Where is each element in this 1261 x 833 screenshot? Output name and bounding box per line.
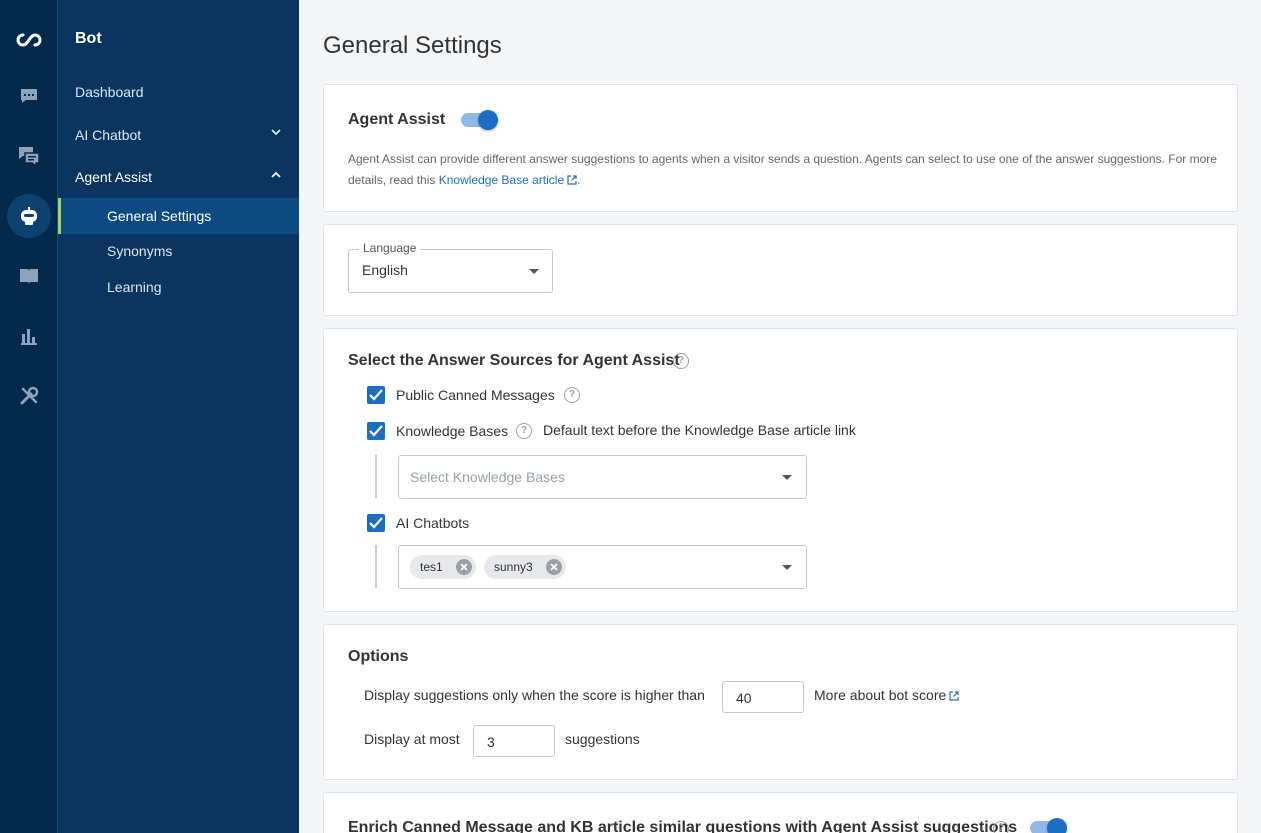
help-icon[interactable]: ? — [673, 353, 689, 369]
nav-item-label: Dashboard — [75, 84, 144, 100]
help-icon[interactable]: ? — [516, 423, 532, 439]
chat-icon[interactable] — [0, 74, 58, 118]
kb-default-text-link[interactable]: Default text before the Knowledge Base a… — [543, 422, 856, 438]
language-value: English — [362, 262, 408, 278]
chip-label: tes1 — [420, 560, 443, 574]
language-select[interactable]: Language English — [348, 241, 553, 293]
ai-chatbots-label: AI Chatbots — [396, 515, 470, 531]
external-link-icon — [567, 175, 577, 185]
nav-sub-general-settings[interactable]: General Settings — [58, 198, 299, 234]
language-card: Language English — [323, 224, 1238, 316]
check-icon — [369, 389, 383, 401]
description-end: . — [577, 173, 581, 187]
check-icon — [369, 517, 383, 529]
external-link-icon — [949, 691, 959, 701]
chip-label: sunny3 — [494, 560, 533, 574]
caret-down-icon — [529, 269, 539, 274]
agent-assist-card: Agent Assist Agent Assist can provide di… — [323, 84, 1238, 212]
knowledge-bases-label: Knowledge Bases — [396, 423, 509, 439]
bot-icon[interactable] — [0, 194, 58, 238]
agent-assist-title: Agent Assist — [348, 111, 446, 128]
ai-chatbots-checkbox[interactable] — [367, 514, 385, 532]
atmost-suffix: suggestions — [565, 731, 640, 747]
language-label: Language — [359, 241, 421, 255]
nav-sub-label: Synonyms — [107, 243, 173, 259]
public-canned-checkbox[interactable] — [367, 386, 385, 404]
answer-sources-title: Select the Answer Sources for Agent Assi… — [348, 352, 680, 369]
page-title: General Settings — [323, 32, 502, 59]
secondary-nav: Bot Dashboard AI Chatbot Agent Assist Ge… — [58, 0, 299, 833]
tools-icon[interactable] — [0, 374, 58, 418]
bot-score-link[interactable]: More about bot score — [814, 687, 959, 703]
options-title: Options — [348, 648, 409, 665]
help-icon[interactable]: ? — [564, 387, 580, 403]
chip-tes1: tes1 — [410, 555, 476, 579]
nav-sub-label: Learning — [107, 279, 162, 295]
knowledge-bases-select[interactable]: Select Knowledge Bases — [398, 455, 807, 499]
nav-title: Bot — [75, 30, 102, 47]
ai-chatbots-select[interactable]: tes1 sunny3 — [398, 545, 807, 589]
caret-down-icon — [782, 475, 792, 480]
toggle-knob — [478, 110, 498, 130]
remove-chip-icon[interactable] — [456, 559, 472, 575]
toggle-knob — [1047, 818, 1067, 833]
check-icon — [369, 425, 383, 437]
atmost-label: Display at most — [364, 731, 460, 747]
enrich-card: Enrich Canned Message and KB article sim… — [323, 792, 1238, 833]
enrich-title: Enrich Canned Message and KB article sim… — [348, 819, 1018, 833]
atmost-input[interactable]: 3 — [473, 725, 555, 757]
remove-chip-icon[interactable] — [546, 559, 562, 575]
knowledge-bases-checkbox[interactable] — [367, 422, 385, 440]
icon-rail — [0, 0, 58, 833]
nav-item-agent-assist[interactable]: Agent Assist — [58, 159, 299, 195]
options-card: Options Display suggestions only when th… — [323, 624, 1238, 780]
nav-item-label: Agent Assist — [75, 169, 153, 185]
score-input[interactable]: 40 — [722, 681, 804, 713]
score-label: Display suggestions only when the score … — [364, 687, 705, 703]
nav-item-ai-chatbot[interactable]: AI Chatbot — [58, 117, 299, 153]
agent-assist-description: Agent Assist can provide different answe… — [348, 149, 1218, 191]
chip-sunny3: sunny3 — [484, 555, 566, 579]
chevron-up-icon — [271, 171, 281, 178]
messages-icon[interactable] — [0, 134, 58, 178]
answer-sources-card: Select the Answer Sources for Agent Assi… — [323, 328, 1238, 612]
agent-assist-toggle[interactable] — [461, 110, 498, 130]
kb-article-link[interactable]: Knowledge Base article — [439, 173, 564, 187]
caret-down-icon — [782, 565, 792, 570]
bot-score-link-text: More about bot score — [814, 687, 947, 703]
book-icon[interactable] — [0, 254, 58, 298]
help-icon[interactable]: ? — [993, 821, 1009, 833]
kb-select-placeholder: Select Knowledge Bases — [410, 469, 565, 485]
nav-sub-learning[interactable]: Learning — [58, 269, 299, 305]
nav-sub-label: General Settings — [107, 208, 212, 224]
indent-line — [375, 455, 377, 498]
public-canned-label: Public Canned Messages — [396, 387, 555, 403]
chevron-down-icon — [271, 129, 281, 136]
bar-chart-icon[interactable] — [0, 314, 58, 358]
enrich-toggle[interactable] — [1030, 818, 1067, 833]
infinity-logo-icon[interactable] — [0, 18, 58, 62]
indent-line — [375, 545, 377, 588]
nav-sub-synonyms[interactable]: Synonyms — [58, 233, 299, 269]
nav-item-dashboard[interactable]: Dashboard — [58, 74, 299, 110]
nav-item-label: AI Chatbot — [75, 127, 142, 143]
